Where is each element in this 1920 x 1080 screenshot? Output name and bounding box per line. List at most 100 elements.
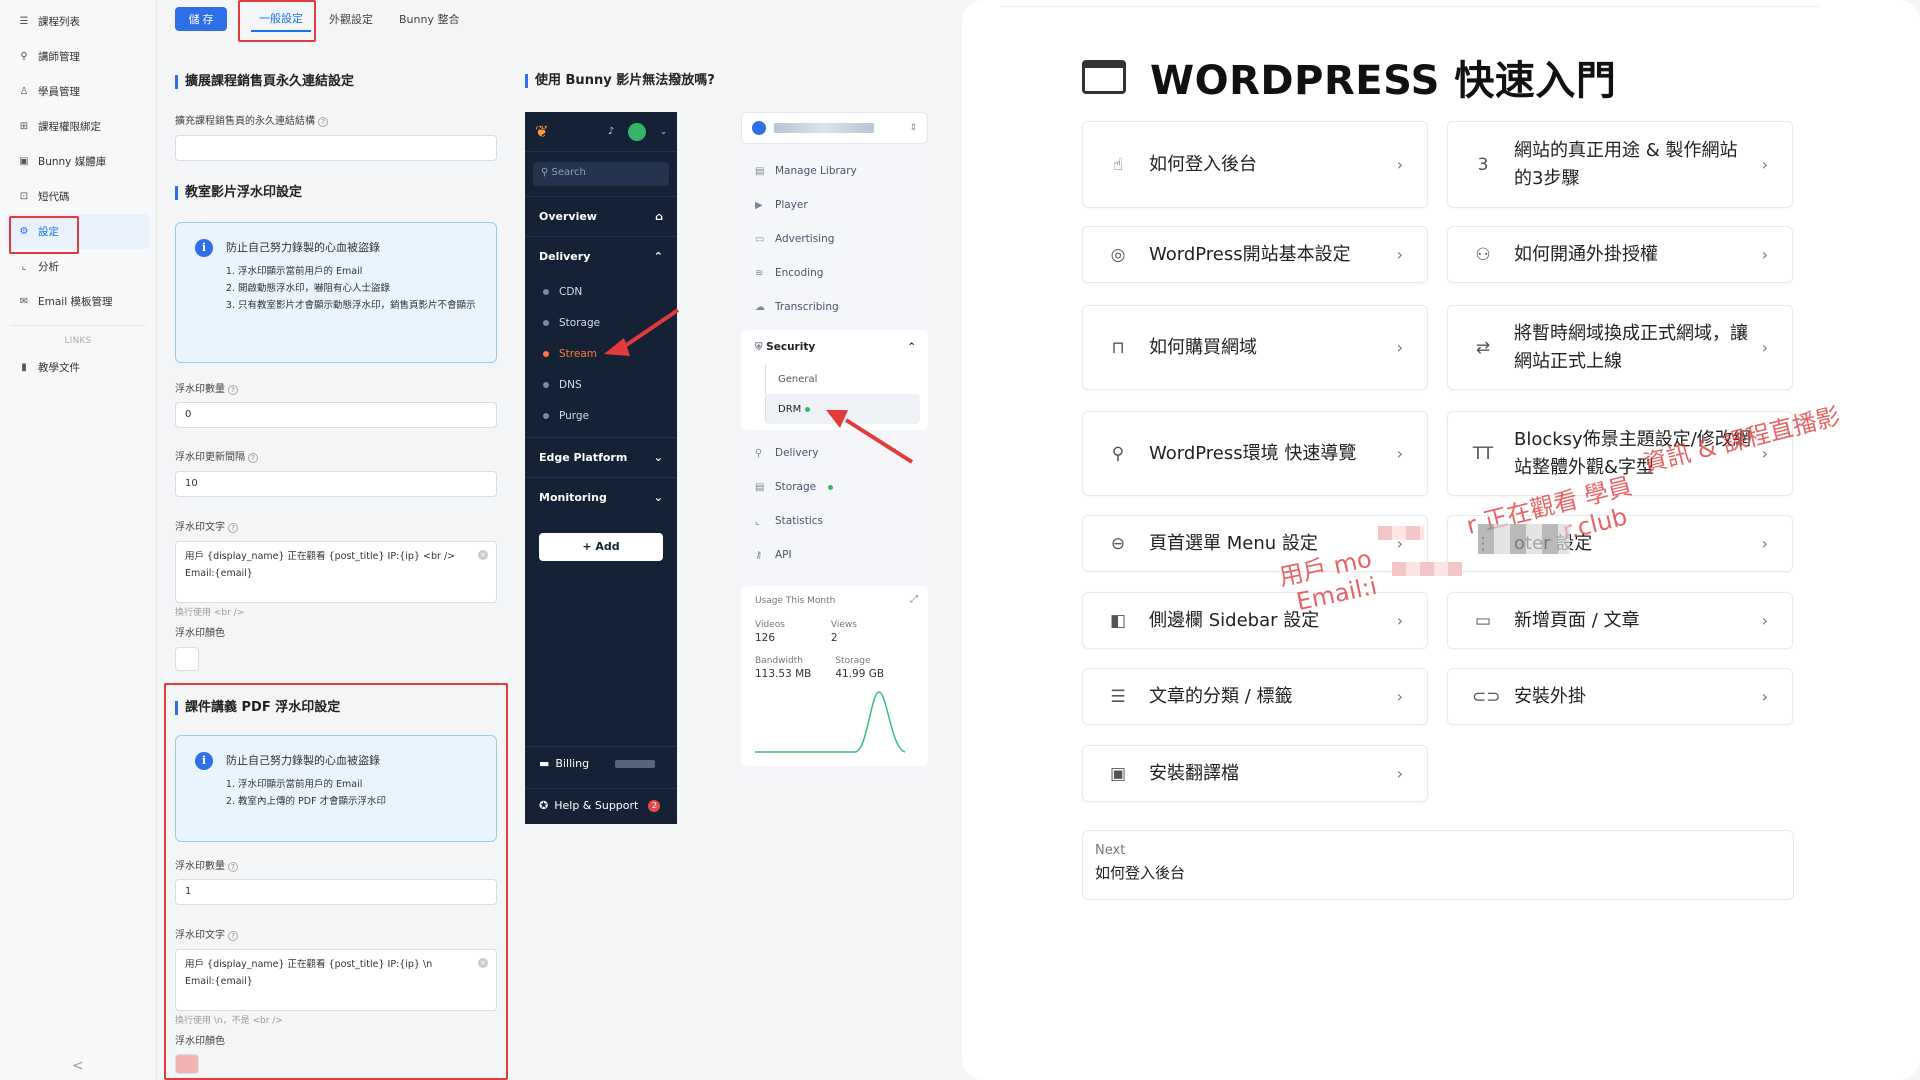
nav-security[interactable]: ⛨ Security ⌃ [741,330,928,364]
bunny-nav-monitoring[interactable]: Monitoring ⌄ [525,477,677,517]
nav-transcribing[interactable]: ☁ Transcribing [741,290,928,324]
next-link[interactable]: Next 如何登入後台 [1082,830,1794,900]
sidebar-item-bunny[interactable]: ▣ Bunny 媒體庫 [0,144,156,179]
bunny-nav-delivery[interactable]: Delivery ⌃ [525,236,677,276]
wp-card[interactable]: ⇄ 將暫時網域換成正式網域，讓網站正式上線 › [1447,305,1793,390]
sidebar-item-analytics[interactable]: ⌞ 分析 [0,249,156,284]
media-icon: ▣ [19,156,29,167]
collapse-button[interactable]: < [72,1058,84,1074]
sidebar-item-docs[interactable]: ▮ 教學文件 [0,350,156,385]
help-icon[interactable]: ? [318,117,328,127]
chevron-down-icon[interactable]: ⌄ [660,127,667,136]
nav-player[interactable]: ▶ Player [741,188,928,222]
wm-interval-label: 浮水印更新間隔? [175,448,258,463]
nav-storage[interactable]: ▤ Storage [741,470,928,504]
tab-appearance[interactable]: 外觀設定 [321,7,381,31]
translate-icon: ▣ [1109,763,1127,784]
bunny-nav-edge[interactable]: Edge Platform ⌄ [525,437,677,477]
hand-icon: ☝ [1112,154,1124,175]
info-icon: i [195,239,213,257]
wm-interval-input[interactable]: 10 [175,471,497,497]
wp-card-label: Blocksy佈景主題設定/修改網站整體外觀&字型 [1514,428,1751,478]
library-selector[interactable]: ⇕ [741,112,928,144]
info-item: 只有教室影片才會顯示動態浮水印，銷售頁影片不會顯示 [238,297,480,314]
encoding-icon: ≋ [755,267,764,279]
key-icon: ⚷ [755,549,763,561]
nav-security-general[interactable]: General [765,364,920,394]
wp-card[interactable]: ◧ 側邊欄 Sidebar 設定 › [1082,592,1428,649]
wm-text-input[interactable]: 用戶 {display_name} 正在觀看 {post_title} IP:{… [175,541,497,603]
expand-icon[interactable]: ⤢ [910,594,918,605]
nav-encoding[interactable]: ≋ Encoding [741,256,928,290]
bunny-library-panel: ⇕ ▤ Manage Library ▶ Player ▭ Advertising ≋… [741,112,928,772]
menu-circle-icon: ⊖ [1110,533,1126,554]
wp-card[interactable]: ⚲ WordPress環境 快速導覽 › [1082,411,1428,496]
permalink-label: 擴充課程銷售頁的永久連結結構? [175,112,328,127]
wp-card[interactable]: ⊓ 如何購買網域 › [1082,305,1428,390]
highlight-box-pdf [164,683,508,1080]
sidebar-item-permissions[interactable]: ⊞ 課程權限綁定 [0,109,156,144]
wp-card[interactable]: ⚇ 如何開通外掛授權 › [1447,226,1793,283]
wp-card[interactable]: ☰ 文章的分類 / 標籤 › [1082,668,1428,725]
wp-card[interactable]: 3 網站的真正用途 & 製作網站的3步驟 › [1447,121,1793,208]
wm-color-picker[interactable] [175,647,199,671]
save-button[interactable]: 儲 存 [175,7,227,31]
wp-card-label: 新增頁面 / 文章 [1514,609,1640,631]
shield-icon: ⛨ [755,342,763,353]
nav-manage-library[interactable]: ▤ Manage Library [741,154,928,188]
blurred-watermark [1392,562,1462,576]
sidebar-item-teachers[interactable]: ⚲ 講師管理 [0,39,156,74]
chevron-right-icon: › [1761,444,1768,463]
nav-delivery[interactable]: ⚲ Delivery [741,436,928,470]
sidebar-item-shortcode[interactable]: ⊡ 短代碼 [0,179,156,214]
bunny-search-input[interactable]: ⚲ Search [533,162,669,186]
wm-count-label: 浮水印數量? [175,380,238,395]
bunny-nav-overview[interactable]: Overview ⌂ [525,196,677,236]
help-icon[interactable]: ? [228,385,238,395]
cloud-icon: ☁ [755,301,765,313]
usage-row: Bandwidth 113.53 MB Storage 41.99 GB [755,656,885,680]
sidebar-item-courses[interactable]: ☰ 課程列表 [0,4,156,39]
bell-icon[interactable]: ♪ [608,126,614,137]
bunny-add-button[interactable]: + Add [539,533,663,561]
chevron-right-icon: › [1396,245,1403,264]
info-box-video: i 防止自己努力錄製的心血被盜錄 浮水印顯示當前用戶的 Email 開啟動態浮水… [175,222,497,363]
tab-bunny[interactable]: Bunny 整合 [391,7,467,31]
sidebar-item-students[interactable]: ♙ 學員管理 [0,74,156,109]
wm-count-input[interactable]: 0 [175,402,497,428]
storage-icon: ▤ [755,481,765,493]
bunny-nav-dns[interactable]: DNS [525,369,677,400]
permalink-input[interactable] [175,135,497,161]
wp-card[interactable]: TT Blocksy佈景主題設定/修改網站整體外觀&字型 › [1447,411,1793,496]
wp-card[interactable]: ◎ WordPress開站基本設定 › [1082,226,1428,283]
nav-security-drm[interactable]: DRM [765,394,920,424]
chevron-up-icon: ⌃ [907,341,916,353]
wp-card-label: 將暫時網域換成正式網域，讓網站正式上線 [1514,322,1748,372]
clear-icon[interactable]: × [478,550,488,560]
wp-card[interactable]: ⊂⊃ 安裝外掛 › [1447,668,1793,725]
bunny-nav-billing[interactable]: ▬ Billing [525,746,677,780]
wp-card[interactable]: ☝ 如何登入後台 › [1082,121,1428,208]
nav-api[interactable]: ⚷ API [741,538,928,572]
bunny-nav-help[interactable]: ✪ Help & Support 2 [525,788,677,822]
chevron-right-icon: › [1396,444,1403,463]
bunny-nav-storage[interactable]: Storage [525,307,677,338]
wp-card[interactable]: ⊖ 頁首選單 Menu 設定 › [1082,515,1428,572]
bunny-nav-cdn[interactable]: CDN [525,276,677,307]
bunny-nav-stream[interactable]: Stream [525,338,677,369]
notification-badge: 2 [648,799,661,812]
bunny-nav-purge[interactable]: Purge [525,400,677,431]
avatar[interactable] [628,122,647,141]
status-dot [805,406,811,412]
chevron-right-icon: › [1761,687,1768,706]
info-list: 浮水印顯示當前用戶的 Email 開啟動態浮水印，嚇阻有心人士盜錄 只有教室影片… [226,263,480,314]
wp-card[interactable]: ▭ 新增頁面 / 文章 › [1447,592,1793,649]
nav-advertising[interactable]: ▭ Advertising [741,222,928,256]
wp-card[interactable]: ▣ 安裝翻譯檔 › [1082,745,1428,802]
help-icon[interactable]: ? [228,523,238,533]
chevron-right-icon: › [1761,245,1768,264]
help-icon[interactable]: ? [248,453,258,463]
library-icon: ▤ [755,165,765,177]
sidebar-item-email[interactable]: ✉ Email 模板管理 [0,284,156,319]
nav-statistics[interactable]: ⌞ Statistics [741,504,928,538]
